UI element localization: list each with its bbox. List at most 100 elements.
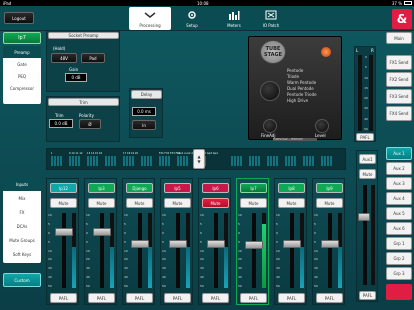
list-item-mute-groups[interactable]: Mute Groups (3, 233, 41, 247)
fader-track[interactable] (138, 213, 142, 288)
mute-button[interactable]: Mute (50, 198, 77, 208)
delay-value[interactable]: 0.0 ms (132, 107, 156, 116)
pafl-button[interactable]: PAFL (164, 293, 191, 303)
tab-setup[interactable]: Setup (171, 7, 213, 30)
list-item-gate[interactable]: Gate (3, 58, 41, 70)
list-item-inputs[interactable]: Inputs (3, 177, 41, 191)
list-item-soft-keys[interactable]: Soft Keys (3, 247, 41, 261)
level-knob[interactable] (315, 119, 329, 133)
fader-track[interactable] (100, 213, 104, 288)
gain-value[interactable]: 0 dB (65, 73, 87, 82)
fader-scale-tick: 10 (162, 213, 166, 217)
fader-cap[interactable] (55, 227, 73, 236)
pad-button[interactable]: Pad (81, 53, 105, 63)
channel-label[interactable]: Ip5 (164, 183, 191, 193)
mute-button[interactable]: Mute (164, 198, 191, 208)
trim-value[interactable]: 0.0 dB (49, 119, 73, 128)
channel-label[interactable]: Ip9 (316, 183, 343, 193)
fader-cap[interactable] (169, 239, 187, 248)
fine-adj-knob[interactable] (263, 119, 277, 133)
aux1-fader-cap[interactable] (358, 212, 370, 221)
grp3-button[interactable]: Grp 3 (386, 267, 412, 280)
fx4-send-button[interactable]: FX4 Send (386, 106, 412, 121)
fx1-send-button[interactable]: FX1 Send (386, 55, 412, 70)
fx3-send-button[interactable]: FX3 Send (386, 89, 412, 104)
fader-cap[interactable] (93, 227, 111, 236)
list-item-compressor[interactable]: Compressor (3, 82, 41, 94)
list-item-preamp[interactable]: Preamp (3, 46, 41, 58)
fader-cap[interactable] (321, 239, 339, 248)
fader-track[interactable] (290, 213, 294, 288)
fader-track[interactable] (176, 213, 180, 288)
phantom-48v-button[interactable]: 48V (51, 53, 77, 63)
channel-label[interactable]: Ip12 (50, 183, 77, 193)
aux1-button[interactable]: Aux 1 (386, 147, 412, 160)
channel-label[interactable]: Ip7 (240, 183, 267, 193)
delay-in-button[interactable]: In (132, 120, 156, 130)
pafl-button[interactable]: PAFL (240, 293, 267, 303)
fader-cap[interactable] (283, 239, 301, 248)
aux1-strip-label[interactable]: Aux1 (359, 154, 376, 164)
list-item-dcas[interactable]: DCAs (3, 219, 41, 233)
aux1-mute-button[interactable]: Mute (359, 169, 376, 179)
channel-label[interactable]: Ip3 (88, 183, 115, 193)
preset-high-drive[interactable]: High Drive (287, 98, 317, 104)
tab-processing[interactable]: Processing (129, 7, 171, 30)
mute-button[interactable]: Mute (278, 198, 305, 208)
bank-meter-bar (87, 156, 89, 166)
pafl-button[interactable]: PAFL (88, 293, 115, 303)
mute-button[interactable]: Mute (88, 198, 115, 208)
custom-button[interactable]: Custom (3, 273, 41, 287)
tab-meters[interactable]: Meters (213, 7, 255, 30)
list-item-mix[interactable]: Mix (3, 191, 41, 205)
aux4-button[interactable]: Aux 4 (386, 192, 412, 205)
tab-io-patch[interactable]: IO Patch (250, 7, 292, 30)
tube-stage-badge: TUBE STAGE (260, 40, 286, 64)
aux6-button[interactable]: Aux 6 (386, 222, 412, 235)
preset-selector-knob[interactable] (260, 81, 280, 101)
grp2-button[interactable]: Grp 2 (386, 252, 412, 265)
aux5-button[interactable]: Aux 5 (386, 207, 412, 220)
bank-meter-bar (51, 156, 53, 166)
main-button[interactable]: Main (386, 32, 412, 44)
fader-scale-tick: 10 (200, 213, 204, 217)
logout-button[interactable]: Logout (4, 12, 34, 24)
fader-cap[interactable] (245, 241, 263, 250)
aux1-fader-track[interactable] (363, 185, 367, 285)
mute-button[interactable]: Mute (316, 198, 343, 208)
scroll-indicator[interactable] (386, 284, 412, 300)
aux1-pafl-button[interactable]: PAFL (359, 291, 376, 300)
fader-scale-tick: 40 (238, 275, 242, 280)
chevron-down-icon[interactable]: ▼ (197, 159, 200, 164)
channel-label[interactable]: Ip8 (278, 183, 305, 193)
pafl-button[interactable]: PAFL (278, 293, 305, 303)
fader-track[interactable] (328, 213, 332, 288)
fader-track[interactable] (214, 213, 218, 288)
fader-cap[interactable] (131, 239, 149, 248)
fader-track[interactable] (62, 213, 66, 288)
channel-label[interactable]: Django (126, 183, 153, 193)
selected-channel-badge[interactable]: Ip7 (3, 32, 41, 44)
pafl-button[interactable]: PAFL (126, 293, 153, 303)
pafl-button[interactable]: PAFL (202, 293, 229, 303)
mute-button[interactable]: Mute (126, 198, 153, 208)
aux2-button[interactable]: Aux 2 (386, 162, 412, 175)
main-pafl-button[interactable]: PAFL (356, 133, 374, 141)
polarity-button[interactable]: Ø (79, 119, 101, 129)
mute-button[interactable]: Mute (202, 198, 229, 208)
list-item-peq[interactable]: PEQ (3, 70, 41, 82)
list-item-fx[interactable]: FX (3, 205, 41, 219)
channel-label[interactable]: Ip6 (202, 183, 229, 193)
fx2-send-button[interactable]: FX2 Send (386, 72, 412, 87)
fader-scale-tick: 0 (124, 230, 126, 235)
tab-meters-label: Meters (227, 23, 241, 28)
mute-button[interactable]: Mute (240, 198, 267, 208)
main-meter-l (358, 55, 362, 131)
fader-cap[interactable] (207, 239, 225, 248)
fader-track[interactable] (252, 213, 256, 288)
aux3-button[interactable]: Aux 3 (386, 177, 412, 190)
pafl-button[interactable]: PAFL (316, 293, 343, 303)
bank-scroll-buttons[interactable]: ▲ ▼ (193, 149, 205, 169)
grp1-button[interactable]: Grp 1 (386, 237, 412, 250)
pafl-button[interactable]: PAFL (50, 293, 77, 303)
